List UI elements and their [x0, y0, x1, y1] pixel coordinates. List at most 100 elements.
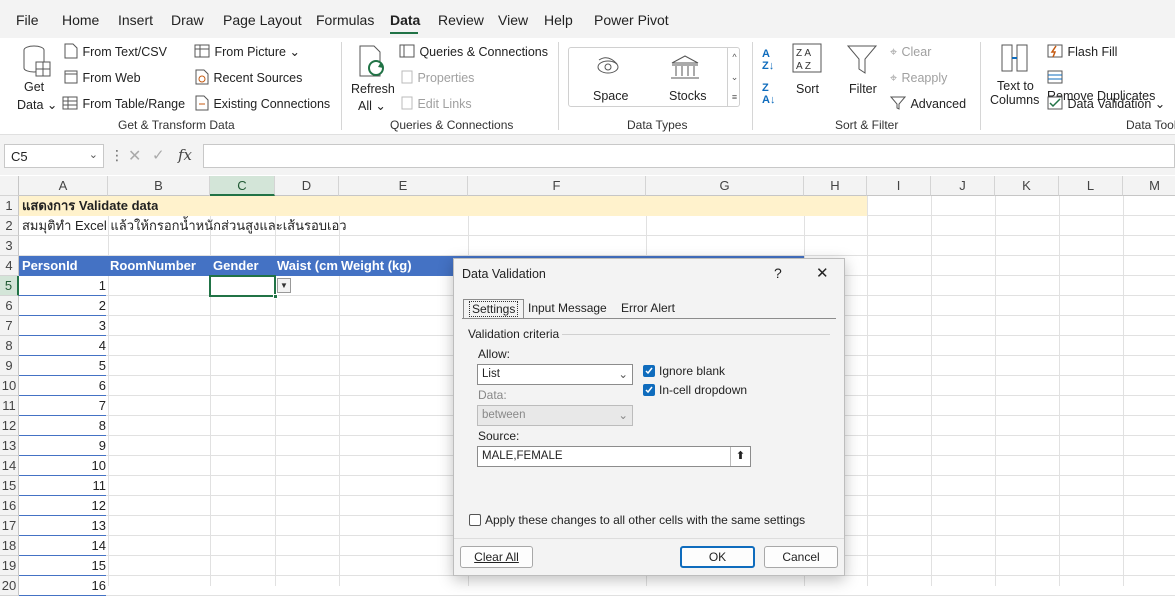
space-data-type[interactable]: Space: [593, 54, 628, 103]
person-id-cell[interactable]: 12: [19, 496, 106, 516]
column-header-g[interactable]: G: [646, 176, 804, 196]
in-cell-dropdown-label[interactable]: In-cell dropdown: [659, 383, 747, 397]
person-id-cell[interactable]: 4: [19, 336, 106, 356]
column-header-h[interactable]: H: [804, 176, 867, 196]
person-id-cell[interactable]: 8: [19, 416, 106, 436]
row-header-1[interactable]: 1: [0, 196, 19, 216]
menu-draw[interactable]: Draw: [171, 12, 204, 28]
person-id-cell[interactable]: 14: [19, 536, 106, 556]
person-id-cell[interactable]: 13: [19, 516, 106, 536]
row-header-2[interactable]: 2: [0, 216, 19, 236]
row-header-3[interactable]: 3: [0, 236, 19, 256]
select-all-corner[interactable]: [0, 176, 19, 196]
sort-button[interactable]: Z A A Z Sort: [792, 43, 824, 103]
row-header-20[interactable]: 20: [0, 576, 19, 596]
fx-icon[interactable]: fx: [178, 146, 192, 164]
recent-sources-button[interactable]: Recent Sources: [195, 69, 302, 87]
row-header-16[interactable]: 16: [0, 496, 19, 516]
queries-connections-button[interactable]: Queries & Connections: [399, 43, 548, 61]
enter-formula-icon[interactable]: ✓: [152, 146, 165, 164]
menu-page-layout[interactable]: Page Layout: [223, 12, 302, 28]
tab-settings[interactable]: Settings: [463, 299, 525, 319]
help-icon[interactable]: ?: [774, 265, 782, 281]
row-header-5[interactable]: 5: [0, 276, 19, 296]
sheet-subtitle[interactable]: สมมุติทำ Excel แล้วให้กรอกน้ำหนักส่วนสูง…: [22, 216, 347, 236]
formula-input[interactable]: [203, 144, 1175, 168]
from-table-range-button[interactable]: From Table/Range: [62, 95, 185, 113]
person-id-cell[interactable]: 9: [19, 436, 106, 456]
menu-file[interactable]: File: [16, 12, 39, 28]
menu-insert[interactable]: Insert: [118, 12, 153, 28]
menu-formulas[interactable]: Formulas: [316, 12, 374, 28]
person-id-cell[interactable]: 10: [19, 456, 106, 476]
person-id-cell[interactable]: 11: [19, 476, 106, 496]
row-header-8[interactable]: 8: [0, 336, 19, 356]
menu-help[interactable]: Help: [544, 12, 573, 28]
filter-button[interactable]: Filter: [846, 43, 880, 103]
column-header-j[interactable]: J: [931, 176, 995, 196]
stocks-data-type[interactable]: Stocks: [669, 54, 709, 103]
cancel-formula-icon[interactable]: ✕: [128, 146, 141, 166]
column-header-a[interactable]: A: [19, 176, 108, 196]
gallery-scroll[interactable]: ^ ⌄ ≡: [727, 47, 741, 107]
row-header-18[interactable]: 18: [0, 536, 19, 556]
person-id-cell[interactable]: 16: [19, 576, 106, 596]
refresh-all-button[interactable]: Refresh All ⌄: [348, 42, 395, 114]
apply-all-label[interactable]: Apply these changes to all other cells w…: [485, 513, 805, 527]
header-weight[interactable]: Weight (kg): [341, 256, 412, 276]
column-header-d[interactable]: D: [275, 176, 339, 196]
column-header-m[interactable]: M: [1123, 176, 1175, 196]
fill-handle[interactable]: [273, 294, 278, 299]
existing-connections-button[interactable]: Existing Connections: [195, 95, 330, 113]
person-id-cell[interactable]: 3: [19, 316, 106, 336]
sort-az-button[interactable]: A Z↓: [762, 48, 774, 72]
from-text-csv-button[interactable]: From Text/CSV: [64, 43, 167, 61]
row-header-19[interactable]: 19: [0, 556, 19, 576]
column-header-k[interactable]: K: [995, 176, 1059, 196]
cell-dropdown-arrow-icon[interactable]: ▼: [277, 278, 291, 293]
row-header-13[interactable]: 13: [0, 436, 19, 456]
ok-button[interactable]: OK: [680, 546, 755, 568]
active-cell-c5[interactable]: [209, 275, 276, 297]
person-id-cell[interactable]: 7: [19, 396, 106, 416]
name-box[interactable]: C5 ⌄: [4, 144, 104, 168]
get-data-button[interactable]: Get Data ⌄: [14, 42, 57, 112]
person-id-cell[interactable]: 6: [19, 376, 106, 396]
tab-input-message[interactable]: Input Message: [523, 299, 612, 319]
ignore-blank-checkbox[interactable]: [643, 365, 655, 377]
allow-select[interactable]: List ⌄: [477, 364, 633, 385]
menu-view[interactable]: View: [498, 12, 528, 28]
close-icon[interactable]: ✕: [816, 264, 829, 282]
from-web-button[interactable]: From Web: [64, 69, 141, 87]
row-header-17[interactable]: 17: [0, 516, 19, 536]
in-cell-dropdown-checkbox[interactable]: [643, 384, 655, 396]
header-person-id[interactable]: PersonId: [22, 256, 78, 276]
row-header-10[interactable]: 10: [0, 376, 19, 396]
apply-all-checkbox[interactable]: [469, 514, 481, 526]
ignore-blank-label[interactable]: Ignore blank: [659, 364, 725, 378]
column-header-e[interactable]: E: [339, 176, 468, 196]
row-header-6[interactable]: 6: [0, 296, 19, 316]
column-header-l[interactable]: L: [1059, 176, 1123, 196]
menu-power-pivot[interactable]: Power Pivot: [594, 12, 669, 28]
row-header-12[interactable]: 12: [0, 416, 19, 436]
row-header-15[interactable]: 15: [0, 476, 19, 496]
text-to-columns-button[interactable]: Text to Columns: [988, 43, 1042, 113]
tab-error-alert[interactable]: Error Alert: [616, 299, 680, 319]
range-selector-icon[interactable]: ⬆: [730, 447, 750, 466]
column-header-i[interactable]: I: [867, 176, 931, 196]
menu-data[interactable]: Data: [390, 12, 420, 28]
sheet-title[interactable]: แสดงการ Validate data: [22, 196, 158, 216]
row-header-14[interactable]: 14: [0, 456, 19, 476]
menu-review[interactable]: Review: [438, 12, 484, 28]
person-id-cell[interactable]: 5: [19, 356, 106, 376]
column-header-b[interactable]: B: [108, 176, 210, 196]
menu-home[interactable]: Home: [62, 12, 99, 28]
clear-all-button[interactable]: Clear All: [460, 546, 533, 568]
header-gender[interactable]: Gender: [213, 256, 259, 276]
person-id-cell[interactable]: 1: [19, 276, 106, 296]
person-id-cell[interactable]: 2: [19, 296, 106, 316]
header-room-number[interactable]: RoomNumber: [110, 256, 196, 276]
flash-fill-button[interactable]: Flash Fill: [1047, 43, 1117, 61]
from-picture-button[interactable]: From Picture ⌄: [194, 43, 300, 61]
